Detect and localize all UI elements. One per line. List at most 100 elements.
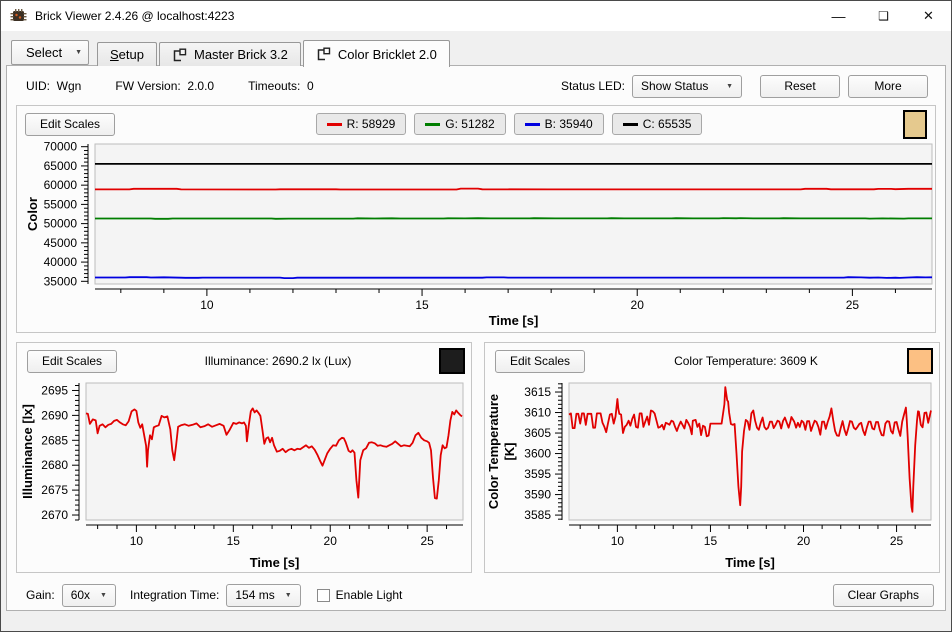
bottom-charts-row: Edit Scales Illuminance: 2690.2 lx (Lux)…	[16, 342, 936, 573]
svg-text:60000: 60000	[44, 178, 78, 192]
svg-text:3600: 3600	[524, 447, 551, 461]
svg-text:70000: 70000	[44, 140, 78, 154]
detected-color-swatch	[903, 110, 927, 139]
illuminance-color-swatch	[439, 348, 465, 374]
bricklet-icon	[316, 47, 331, 61]
red-line-icon	[327, 123, 342, 126]
gain-label: Gain:	[26, 588, 55, 602]
illuminance-panel: Edit Scales Illuminance: 2690.2 lx (Lux)…	[16, 342, 472, 573]
svg-text:3595: 3595	[524, 467, 551, 481]
brick-icon	[172, 48, 187, 62]
svg-text:35000: 35000	[44, 274, 78, 288]
uid-label: UID:	[26, 79, 50, 93]
svg-text:25: 25	[846, 298, 860, 312]
clear-graphs-button[interactable]: Clear Graphs	[833, 584, 934, 607]
status-led-label: Status LED:	[561, 79, 625, 93]
tab-master-brick[interactable]: Master Brick 3.2	[159, 42, 301, 66]
svg-text:25: 25	[890, 534, 904, 548]
svg-text:10: 10	[200, 298, 214, 312]
svg-text:15: 15	[227, 534, 241, 548]
temperature-title: Color Temperature: 3609 K	[585, 354, 907, 368]
integration-time-value: 154 ms	[235, 588, 274, 602]
fw-version-value: 2.0.0	[187, 79, 214, 93]
timeouts-label: Timeouts:	[248, 79, 300, 93]
svg-text:15: 15	[415, 298, 429, 312]
app-chip-icon	[10, 8, 27, 24]
svg-text:Illuminance [lx]: Illuminance [lx]	[20, 404, 35, 499]
svg-text:2695: 2695	[41, 383, 68, 397]
temperature-color-swatch	[907, 348, 933, 374]
svg-text:Time [s]: Time [s]	[489, 313, 539, 328]
chevron-down-icon: ▼	[75, 49, 82, 56]
legend-item-c[interactable]: C: 65535	[612, 113, 703, 135]
svg-text:[K]: [K]	[502, 442, 517, 460]
gain-dropdown[interactable]: 60x ▼	[62, 584, 116, 607]
svg-text:Color: Color	[25, 197, 40, 231]
svg-text:Time [s]: Time [s]	[725, 555, 775, 570]
svg-text:3610: 3610	[524, 406, 551, 420]
edit-scales-button-temperature[interactable]: Edit Scales	[495, 350, 585, 373]
timeouts-value: 0	[307, 79, 314, 93]
svg-text:25: 25	[420, 534, 434, 548]
temperature-panel: Edit Scales Color Temperature: 3609 K 35…	[484, 342, 940, 573]
edit-scales-button-illuminance[interactable]: Edit Scales	[27, 350, 117, 373]
svg-text:2690: 2690	[41, 408, 68, 422]
brick-viewer-window: { "window": { "title": "Brick Viewer 2.4…	[0, 0, 952, 632]
color-chart-frame: Edit Scales R: 58929 G: 51282 B: 35940 C…	[16, 105, 936, 333]
integration-time-label: Integration Time:	[130, 588, 219, 602]
tab-color-bricklet[interactable]: Color Bricklet 2.0	[303, 40, 450, 67]
chevron-down-icon: ▼	[285, 592, 292, 599]
fw-version-label: FW Version:	[115, 79, 180, 93]
minimize-button[interactable]: —	[816, 1, 861, 31]
black-line-icon	[623, 123, 638, 126]
enable-light-label: Enable Light	[336, 588, 403, 602]
svg-text:3615: 3615	[524, 385, 551, 399]
svg-text:20: 20	[797, 534, 811, 548]
status-led-dropdown[interactable]: Show Status ▼	[632, 75, 742, 98]
svg-text:10: 10	[130, 534, 144, 548]
tab-color-bricklet-label: Color Bricklet 2.0	[338, 47, 437, 62]
more-button[interactable]: More	[848, 75, 928, 98]
enable-light-checkbox[interactable]	[317, 589, 330, 602]
reset-button[interactable]: Reset	[760, 75, 840, 98]
maximize-button[interactable]: ❑	[861, 1, 906, 31]
svg-text:2680: 2680	[41, 458, 68, 472]
green-line-icon	[425, 123, 440, 126]
title-bar: Brick Viewer 2.4.26 @ localhost:4223 — ❑…	[1, 1, 951, 31]
illuminance-chart: 26702675268026852690269510152025Time [s]…	[19, 376, 469, 572]
tab-setup[interactable]: Setup	[97, 42, 157, 66]
legend-item-g[interactable]: G: 51282	[414, 113, 505, 135]
device-info-row: UID: Wgn FW Version: 2.0.0 Timeouts: 0 S…	[16, 72, 936, 100]
controls-row: Gain: 60x ▼ Integration Time: 154 ms ▼ E…	[16, 582, 936, 608]
svg-text:2675: 2675	[41, 483, 68, 497]
integration-time-dropdown[interactable]: 154 ms ▼	[226, 584, 300, 607]
temperature-chart: 358535903595360036053610361510152025Time…	[487, 376, 937, 572]
blue-line-icon	[525, 123, 540, 126]
svg-text:3590: 3590	[524, 488, 551, 502]
color-chart-legend-row: Edit Scales R: 58929 G: 51282 B: 35940 C…	[25, 110, 927, 138]
legend: R: 58929 G: 51282 B: 35940 C: 65535	[115, 113, 903, 135]
uid-value: Wgn	[57, 79, 82, 93]
svg-text:3605: 3605	[524, 426, 551, 440]
svg-text:15: 15	[704, 534, 718, 548]
svg-text:55000: 55000	[44, 197, 78, 211]
tab-bar: Select ▼ Setup Master Brick 3.2 Color Br…	[1, 31, 951, 66]
chevron-down-icon: ▼	[726, 83, 733, 90]
svg-text:45000: 45000	[44, 236, 78, 250]
color-chart: 3500040000450005000055000600006500070000…	[25, 138, 937, 330]
connection-select-label: Select	[26, 45, 65, 60]
color-bricklet-pane: UID: Wgn FW Version: 2.0.0 Timeouts: 0 S…	[6, 65, 946, 611]
chevron-down-icon: ▼	[100, 592, 107, 599]
connection-select-dropdown[interactable]: Select ▼	[11, 40, 89, 65]
svg-text:20: 20	[631, 298, 645, 312]
close-button[interactable]: ✕	[906, 1, 951, 31]
svg-text:40000: 40000	[44, 255, 78, 269]
status-led-value: Show Status	[641, 79, 716, 93]
svg-text:2685: 2685	[41, 433, 68, 447]
legend-item-r[interactable]: R: 58929	[316, 113, 407, 135]
svg-text:Color Temperature: Color Temperature	[487, 394, 501, 509]
svg-text:2670: 2670	[41, 508, 68, 522]
svg-text:10: 10	[611, 534, 625, 548]
edit-scales-button-color[interactable]: Edit Scales	[25, 113, 115, 136]
legend-item-b[interactable]: B: 35940	[514, 113, 604, 135]
